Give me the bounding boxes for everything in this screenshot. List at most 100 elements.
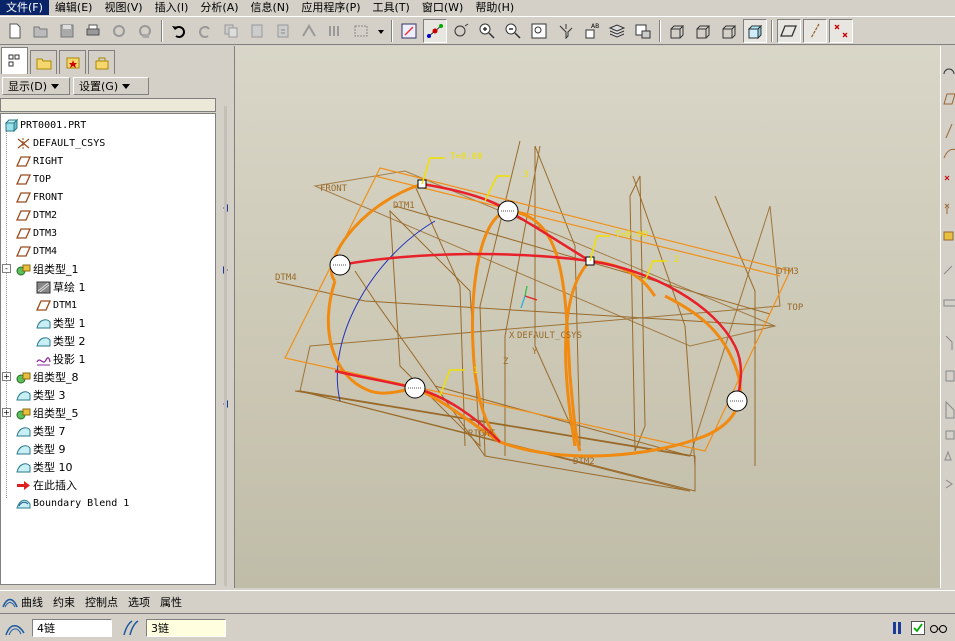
tree-item[interactable]: PRT0001.PRT bbox=[2, 116, 86, 134]
datum-plane-display-icon[interactable] bbox=[777, 18, 801, 43]
paste-special-icon[interactable] bbox=[271, 19, 295, 43]
menu-view[interactable]: 视图(V) bbox=[98, 0, 148, 15]
graphics-window[interactable]: FRONT DTM1 DTM4 DTM3 TOP RIGHT DTM2 DEFA… bbox=[234, 46, 940, 588]
tree-item[interactable]: Boundary Blend 1 bbox=[15, 494, 129, 512]
undo-icon[interactable] bbox=[167, 19, 191, 43]
redo-icon[interactable] bbox=[193, 19, 217, 43]
apply-checkbox-button[interactable] bbox=[911, 620, 925, 635]
menu-tools[interactable]: 工具(T) bbox=[367, 0, 416, 15]
csys-axis-y: Y bbox=[532, 347, 538, 357]
datum-label-top: TOP bbox=[787, 303, 804, 313]
orient-icon[interactable] bbox=[449, 19, 473, 43]
tab-curves[interactable]: 曲线 bbox=[2, 594, 43, 610]
datum-label-dtm3: DTM3 bbox=[777, 267, 799, 277]
layers-icon[interactable] bbox=[605, 19, 629, 43]
tree-item[interactable]: 类型 1 bbox=[35, 314, 86, 332]
tree-item[interactable]: 草绘 1 bbox=[35, 278, 86, 296]
menu-info[interactable]: 信息(N) bbox=[245, 0, 296, 15]
mail-recipient-icon[interactable] bbox=[133, 19, 157, 43]
tree-item[interactable]: RIGHT bbox=[15, 152, 63, 170]
zoom-in-icon[interactable] bbox=[475, 19, 499, 43]
wireframe-icon[interactable] bbox=[665, 19, 689, 43]
send-mail-icon[interactable] bbox=[107, 19, 131, 43]
view-manager-icon[interactable]: AB bbox=[579, 19, 603, 43]
tree-item[interactable]: TOP bbox=[15, 170, 51, 188]
paste-icon[interactable] bbox=[245, 19, 269, 43]
select-box-icon[interactable] bbox=[349, 19, 373, 43]
datum-plane-icon bbox=[15, 190, 31, 204]
menu-applications[interactable]: 应用程序(P) bbox=[295, 0, 366, 15]
main-toolbar: AB bbox=[0, 16, 955, 45]
refit-icon[interactable] bbox=[527, 19, 551, 43]
tree-item-label: DTM3 bbox=[33, 227, 58, 239]
sketch-view-icon[interactable] bbox=[397, 19, 421, 43]
tree-item[interactable]: 类型 9 bbox=[15, 440, 66, 458]
tree-item[interactable]: 类型 3 bbox=[15, 386, 66, 404]
second-direction-field[interactable]: 3链 bbox=[146, 618, 226, 637]
tab-constraints[interactable]: 约束 bbox=[53, 594, 75, 610]
display-menu-button[interactable]: 显示(D) bbox=[2, 77, 70, 95]
tree-item[interactable]: 组类型_5 bbox=[15, 404, 79, 422]
hidden-line-icon[interactable] bbox=[691, 19, 715, 43]
print-icon[interactable] bbox=[81, 19, 105, 43]
save-icon[interactable] bbox=[55, 19, 79, 43]
tree-item[interactable]: DTM4 bbox=[15, 242, 57, 260]
model-tree-tab[interactable] bbox=[1, 47, 28, 74]
hole-tool-icon bbox=[945, 335, 953, 350]
open-file-icon[interactable] bbox=[29, 19, 53, 43]
regenerate-icon[interactable] bbox=[297, 19, 321, 43]
first-direction-field[interactable]: 4链 bbox=[32, 618, 112, 637]
favorites-tab[interactable] bbox=[59, 50, 86, 74]
copy-icon[interactable] bbox=[219, 19, 243, 43]
tree-item[interactable]: 在此插入 bbox=[15, 476, 77, 494]
tree-item[interactable]: DEFAULT_CSYS bbox=[15, 134, 105, 152]
repaint-icon[interactable] bbox=[553, 19, 577, 43]
settings-menu-button[interactable]: 设置(G) bbox=[73, 77, 149, 95]
chevron-down-icon bbox=[122, 83, 131, 89]
shading-icon[interactable] bbox=[743, 18, 767, 43]
checkmark-icon bbox=[913, 622, 923, 632]
menu-insert[interactable]: 插入(I) bbox=[149, 0, 195, 15]
connections-tab[interactable] bbox=[88, 50, 115, 74]
tree-item[interactable]: 投影 1 bbox=[35, 350, 86, 368]
menu-window[interactable]: 窗口(W) bbox=[416, 0, 469, 15]
dashboard-bar: 4链 3链 bbox=[0, 613, 955, 641]
tree-item[interactable]: 组类型_1 bbox=[15, 260, 79, 278]
menu-edit[interactable]: 编辑(E) bbox=[49, 0, 99, 15]
no-hidden-icon[interactable] bbox=[717, 19, 741, 43]
datum-label-front: FRONT bbox=[320, 184, 348, 194]
tree-item[interactable]: 类型 2 bbox=[35, 332, 86, 350]
tab-options[interactable]: 选项 bbox=[128, 594, 150, 610]
tree-item[interactable]: DTM3 bbox=[15, 224, 57, 242]
folder-browser-tab[interactable] bbox=[30, 50, 57, 74]
tree-expander[interactable]: + bbox=[2, 408, 11, 417]
tree-item-label: 类型 7 bbox=[33, 425, 66, 438]
tab-control-points[interactable]: 控制点 bbox=[85, 594, 118, 610]
tree-item[interactable]: DTM2 bbox=[15, 206, 57, 224]
tree-expander[interactable]: - bbox=[2, 264, 11, 273]
pause-button[interactable] bbox=[893, 621, 901, 634]
saved-views-icon[interactable] bbox=[631, 19, 655, 43]
tree-item[interactable]: DTM1 bbox=[35, 296, 77, 314]
zoom-out-icon[interactable] bbox=[501, 19, 525, 43]
datum-point-display-icon[interactable] bbox=[829, 18, 853, 43]
datum-label-dtm1: DTM1 bbox=[393, 201, 415, 211]
panel-splitter[interactable] bbox=[218, 46, 234, 588]
menu-file[interactable]: 文件(F) bbox=[0, 0, 49, 15]
tree-item[interactable]: 组类型_8 bbox=[15, 368, 79, 386]
new-file-icon[interactable] bbox=[3, 19, 27, 43]
tree-item[interactable]: FRONT bbox=[15, 188, 63, 206]
spin-center-icon[interactable] bbox=[423, 18, 447, 43]
menu-help[interactable]: 帮助(H) bbox=[469, 0, 520, 15]
dropdown-icon[interactable] bbox=[375, 19, 387, 43]
tree-item[interactable]: 类型 7 bbox=[15, 422, 66, 440]
find-icon[interactable] bbox=[323, 19, 347, 43]
preview-glasses-icon[interactable] bbox=[929, 622, 949, 634]
menu-analysis[interactable]: 分析(A) bbox=[194, 0, 244, 15]
pro-engineer-window: 文件(F) 编辑(E) 视图(V) 插入(I) 分析(A) 信息(N) 应用程序… bbox=[0, 0, 955, 641]
model-canvas[interactable]: FRONT DTM1 DTM4 DTM3 TOP RIGHT DTM2 DEFA… bbox=[235, 46, 940, 588]
tab-properties[interactable]: 属性 bbox=[160, 594, 182, 610]
datum-axis-display-icon[interactable] bbox=[803, 18, 827, 43]
tree-expander[interactable]: + bbox=[2, 372, 11, 381]
tree-item[interactable]: 类型 10 bbox=[15, 458, 73, 476]
